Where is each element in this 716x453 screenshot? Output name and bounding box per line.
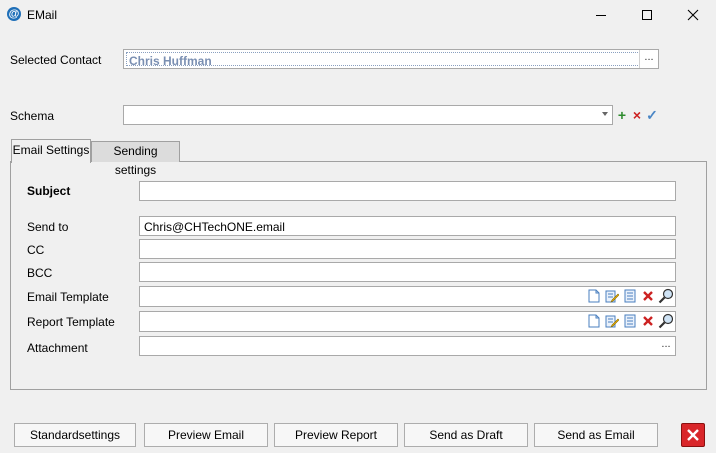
search-icon[interactable]: [658, 313, 673, 329]
close-button[interactable]: [681, 423, 705, 447]
standard-settings-button[interactable]: Standardsettings: [14, 423, 136, 447]
schema-dropdown[interactable]: [123, 105, 613, 125]
send-to-value: Chris@CHTechONE.email: [144, 220, 285, 234]
attachment-field[interactable]: ...: [139, 336, 676, 356]
subject-input[interactable]: [139, 181, 676, 201]
tab-email-settings[interactable]: Email Settings: [11, 139, 91, 163]
send-to-input[interactable]: Chris@CHTechONE.email: [139, 216, 676, 236]
selected-contact-label: Selected Contact: [10, 53, 102, 67]
title-bar: @ EMail: [0, 0, 716, 30]
report-template-label: Report Template: [27, 315, 115, 329]
search-icon[interactable]: [658, 288, 673, 304]
at-sign-icon: @: [7, 7, 21, 21]
cc-input[interactable]: [139, 239, 676, 259]
attachment-label: Attachment: [27, 341, 88, 355]
tab-sending-settings[interactable]: Sending settings: [91, 141, 180, 177]
contact-picker-button[interactable]: ...: [639, 50, 658, 68]
contact-value-box: Chris Huffman: [126, 52, 640, 68]
remove-schema-button[interactable]: ×: [630, 107, 644, 123]
add-schema-button[interactable]: +: [615, 107, 629, 123]
bcc-label: BCC: [27, 266, 53, 280]
view-document-icon[interactable]: [622, 288, 637, 304]
window-title: EMail: [27, 8, 58, 22]
close-icon: [687, 429, 699, 441]
maximize-button[interactable]: [624, 0, 670, 30]
send-as-email-button[interactable]: Send as Email: [534, 423, 658, 447]
email-template-field[interactable]: [139, 286, 676, 307]
attachment-picker-button[interactable]: ...: [657, 337, 675, 355]
new-document-icon[interactable]: [586, 288, 601, 304]
delete-icon[interactable]: [640, 288, 655, 304]
edit-document-icon[interactable]: [604, 288, 619, 304]
subject-label: Subject: [27, 184, 71, 198]
preview-email-button[interactable]: Preview Email: [144, 423, 268, 447]
schema-label: Schema: [10, 109, 55, 123]
cc-label: CC: [27, 243, 45, 257]
new-document-icon[interactable]: [586, 313, 601, 329]
preview-report-button[interactable]: Preview Report: [274, 423, 398, 447]
selected-contact-field[interactable]: Chris Huffman ...: [123, 49, 659, 69]
contact-name: Chris Huffman: [129, 54, 212, 68]
edit-document-icon[interactable]: [604, 313, 619, 329]
close-window-button[interactable]: [670, 0, 716, 30]
view-document-icon[interactable]: [622, 313, 637, 329]
email-template-label: Email Template: [27, 290, 109, 304]
minimize-button[interactable]: [578, 0, 624, 30]
confirm-schema-button[interactable]: ✓: [645, 107, 659, 123]
close-icon: [687, 9, 699, 21]
chevron-down-icon: [602, 112, 608, 116]
send-to-label: Send to: [27, 220, 69, 234]
minimize-icon: [596, 15, 606, 16]
maximize-icon: [642, 10, 652, 20]
delete-icon[interactable]: [640, 313, 655, 329]
bcc-input[interactable]: [139, 262, 676, 282]
send-as-draft-button[interactable]: Send as Draft: [404, 423, 528, 447]
report-template-field[interactable]: [139, 311, 676, 332]
